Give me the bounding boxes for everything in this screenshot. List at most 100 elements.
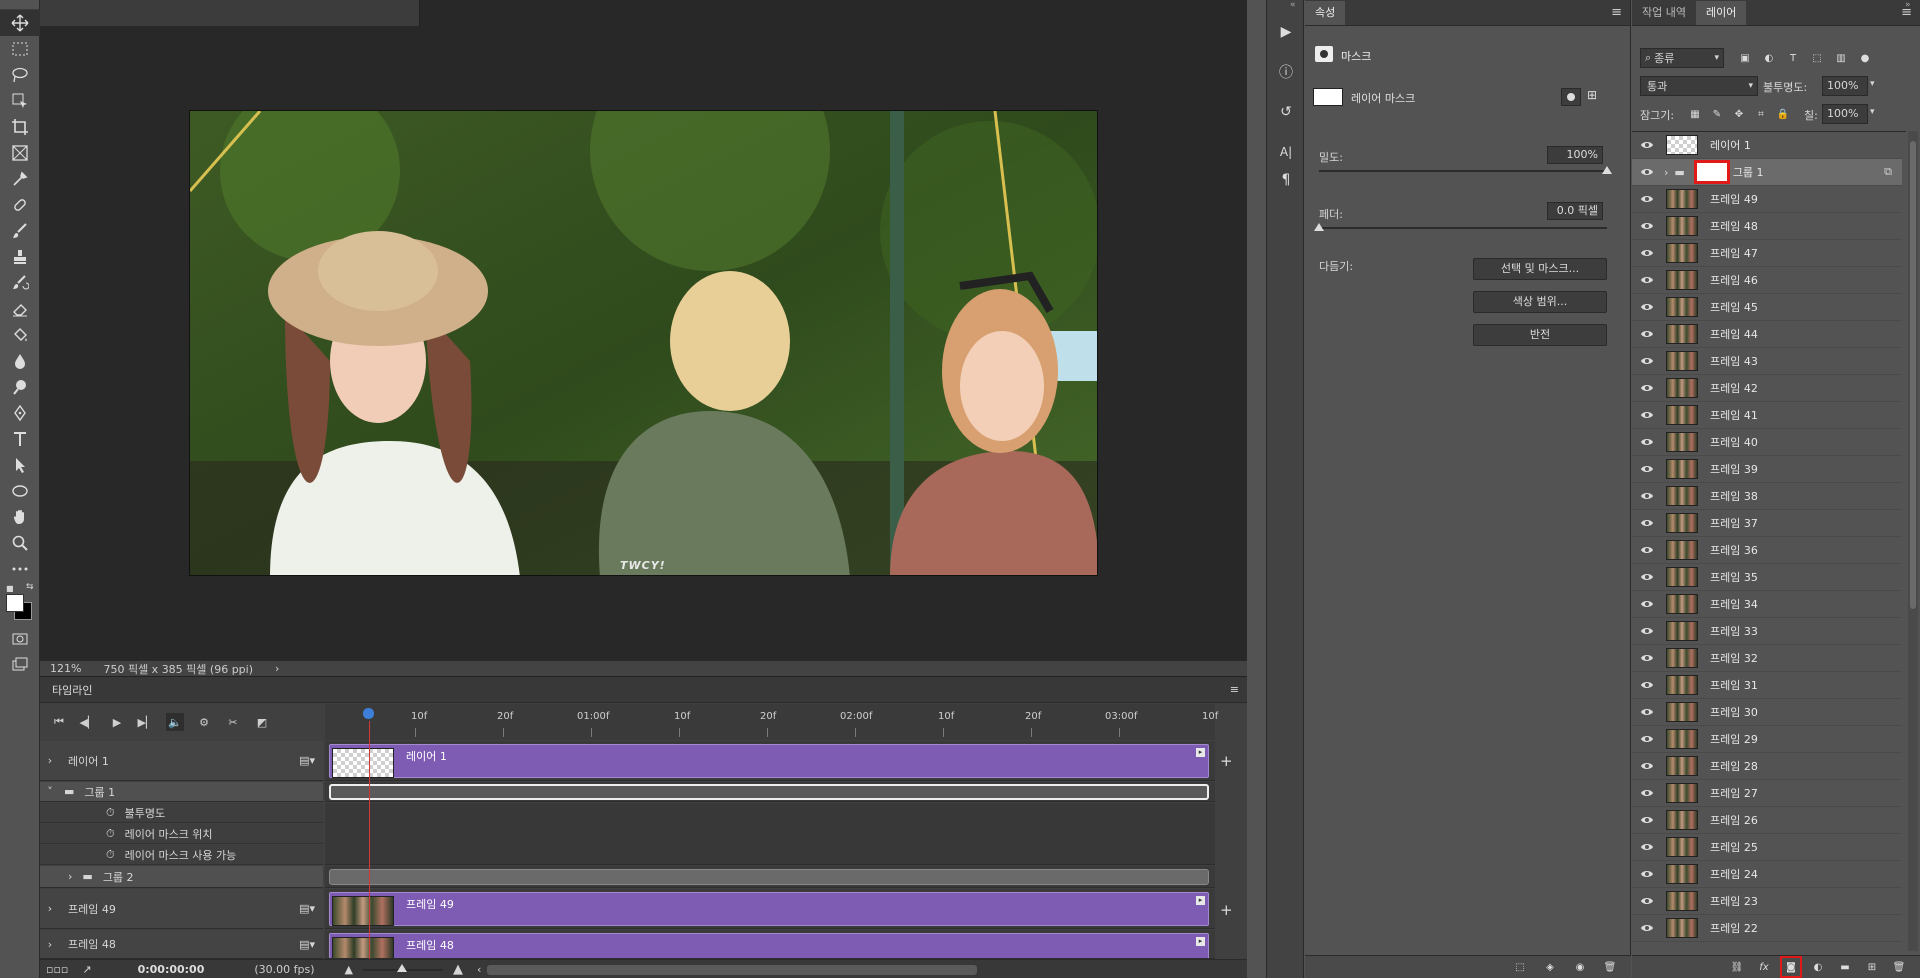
layer-name[interactable]: 프레임 28: [1710, 758, 1758, 774]
density-slider[interactable]: [1319, 170, 1607, 172]
layer-name[interactable]: 레이어 1: [1710, 137, 1751, 153]
actions-play-icon[interactable]: ▶: [1267, 18, 1305, 46]
tab-history[interactable]: 작업 내역: [1632, 1, 1696, 25]
mask-visibility-eye-icon[interactable]: ◉: [1571, 958, 1589, 976]
track-menu-icon[interactable]: ▤▾: [299, 938, 315, 951]
link-layers-icon[interactable]: ⛓: [1728, 958, 1746, 976]
layer-mask-thumbnail[interactable]: [1693, 160, 1730, 184]
fill-dropdown-icon[interactable]: ▾: [1870, 107, 1875, 117]
transition-icon[interactable]: ◩: [253, 713, 271, 731]
layer-row-frame[interactable]: 프레임 37: [1632, 510, 1902, 537]
visibility-eye-icon[interactable]: [1632, 707, 1662, 717]
opacity-dropdown-icon[interactable]: ▾: [1870, 79, 1875, 89]
layer-name[interactable]: 프레임 42: [1710, 380, 1758, 396]
group-bar[interactable]: [329, 784, 1209, 800]
visibility-eye-icon[interactable]: [1632, 491, 1662, 501]
paragraph-icon[interactable]: ¶: [1267, 166, 1305, 194]
layer-name[interactable]: 프레임 22: [1710, 920, 1758, 936]
visibility-eye-icon[interactable]: [1632, 545, 1662, 555]
layer-row-layer1[interactable]: 레이어 1: [1632, 132, 1902, 159]
stopwatch-icon[interactable]: ⏱: [106, 827, 115, 841]
layers-scroll-thumb[interactable]: [1910, 141, 1916, 609]
tools-grip[interactable]: [0, 0, 39, 10]
zoom-in-mountain-icon[interactable]: ▲: [453, 962, 463, 977]
track-label-group2[interactable]: › ▬ 그룹 2: [40, 866, 323, 888]
layer-row-frame[interactable]: 프레임 33: [1632, 618, 1902, 645]
visibility-eye-icon[interactable]: [1632, 653, 1662, 663]
hand-tool-icon[interactable]: [0, 504, 40, 530]
visibility-eye-icon[interactable]: [1632, 464, 1662, 474]
track-menu-icon[interactable]: ▤▾: [299, 754, 315, 767]
playhead-line[interactable]: [369, 721, 370, 959]
more-tools-icon[interactable]: [0, 556, 40, 582]
layer-row-group1[interactable]: › ▬ 그룹 1 ⧉: [1632, 159, 1902, 186]
layer-name[interactable]: 프레임 32: [1710, 650, 1758, 666]
layers-scrollbar[interactable]: [1908, 131, 1918, 951]
filter-shape-icon[interactable]: ⬚: [1808, 49, 1826, 67]
property-mask-position[interactable]: ⏱ 레이어 마스크 위치: [40, 824, 323, 844]
layer-name[interactable]: 프레임 36: [1710, 542, 1758, 558]
visibility-eye-icon[interactable]: [1632, 896, 1662, 906]
layer-name[interactable]: 프레임 45: [1710, 299, 1758, 315]
visibility-eye-icon[interactable]: [1632, 869, 1662, 879]
play-icon[interactable]: ▶: [108, 713, 126, 731]
zoom-level[interactable]: 121%: [50, 662, 81, 675]
panel-menu-icon[interactable]: ≡: [1603, 1, 1630, 25]
layer-name[interactable]: 프레임 37: [1710, 515, 1758, 531]
layer-row-frame[interactable]: 프레임 47: [1632, 240, 1902, 267]
marquee-tool-icon[interactable]: [0, 36, 40, 62]
collapse-chevron-icon[interactable]: ˅: [40, 785, 60, 798]
track-label-frame48[interactable]: › 프레임 48 ▤▾: [40, 930, 323, 959]
clip-end-icon[interactable]: ▸: [1196, 748, 1205, 757]
clip-end-icon[interactable]: ▸: [1196, 896, 1205, 905]
healing-brush-tool-icon[interactable]: [0, 192, 40, 218]
expand-chevron-icon[interactable]: ›: [40, 902, 60, 915]
track-menu-icon[interactable]: ▤▾: [299, 902, 315, 915]
timeline-zoom-slider[interactable]: [363, 963, 443, 972]
clip-frame49[interactable]: 프레임 49 ▸: [329, 892, 1209, 926]
select-and-mask-button[interactable]: 선택 및 마스크...: [1473, 258, 1607, 280]
pixel-mask-button[interactable]: [1561, 88, 1581, 106]
layer-row-frame[interactable]: 프레임 36: [1632, 537, 1902, 564]
next-frame-icon[interactable]: ▶▏: [137, 713, 155, 731]
delete-layer-trash-icon[interactable]: 🗑: [1890, 958, 1908, 976]
expand-chevron-icon[interactable]: ›: [40, 938, 60, 951]
track-label-layer1[interactable]: › 레이어 1 ▤▾: [40, 741, 323, 781]
color-swatches[interactable]: ■ ⇆: [0, 582, 39, 626]
layer-row-frame[interactable]: 프레임 35: [1632, 564, 1902, 591]
visibility-eye-icon[interactable]: [1632, 140, 1662, 150]
visibility-eye-icon[interactable]: [1632, 302, 1662, 312]
layer-row-frame[interactable]: 프레임 31: [1632, 672, 1902, 699]
layer-name[interactable]: 프레임 43: [1710, 353, 1758, 369]
filter-pixel-icon[interactable]: ▣: [1736, 49, 1754, 67]
new-group-folder-icon[interactable]: ▬: [1836, 958, 1854, 976]
filter-toggle-icon[interactable]: ●: [1856, 49, 1874, 67]
filter-adjustment-icon[interactable]: ◐: [1760, 49, 1778, 67]
foreground-color-swatch[interactable]: [6, 594, 24, 612]
visibility-eye-icon[interactable]: [1632, 518, 1662, 528]
stopwatch-icon[interactable]: ⏱: [106, 848, 115, 862]
document-tab[interactable]: [40, 0, 420, 26]
settings-gear-icon[interactable]: ⚙: [195, 713, 213, 731]
blur-tool-icon[interactable]: [0, 348, 40, 374]
vector-mask-button[interactable]: ⊞: [1587, 88, 1597, 102]
layer-row-frame[interactable]: 프레임 49: [1632, 186, 1902, 213]
stopwatch-icon[interactable]: ⏱: [106, 806, 115, 820]
type-tool-icon[interactable]: [0, 426, 40, 452]
layer-row-frame[interactable]: 프레임 38: [1632, 483, 1902, 510]
invert-button[interactable]: 반전: [1473, 324, 1607, 346]
scroll-left-icon[interactable]: ‹: [477, 963, 481, 976]
density-input[interactable]: 100%: [1547, 146, 1603, 164]
status-chevron-icon[interactable]: ›: [275, 662, 279, 675]
layer-row-frame[interactable]: 프레임 24: [1632, 861, 1902, 888]
timeline-ruler[interactable]: 10f 20f 01:00f 10f 20f 02:00f 10f 20f 03…: [325, 704, 1218, 740]
visibility-eye-icon[interactable]: [1632, 248, 1662, 258]
panel-menu-icon[interactable]: ≡: [1230, 683, 1239, 696]
info-icon[interactable]: ⓘ: [1267, 58, 1305, 86]
collapse-arrows-icon[interactable]: «: [1290, 0, 1296, 10]
group-bar[interactable]: [329, 869, 1209, 885]
visibility-eye-icon[interactable]: [1632, 923, 1662, 933]
history-icon[interactable]: ↺: [1267, 98, 1305, 126]
quick-mask-icon[interactable]: [0, 626, 40, 652]
brush-tool-icon[interactable]: [0, 218, 40, 244]
